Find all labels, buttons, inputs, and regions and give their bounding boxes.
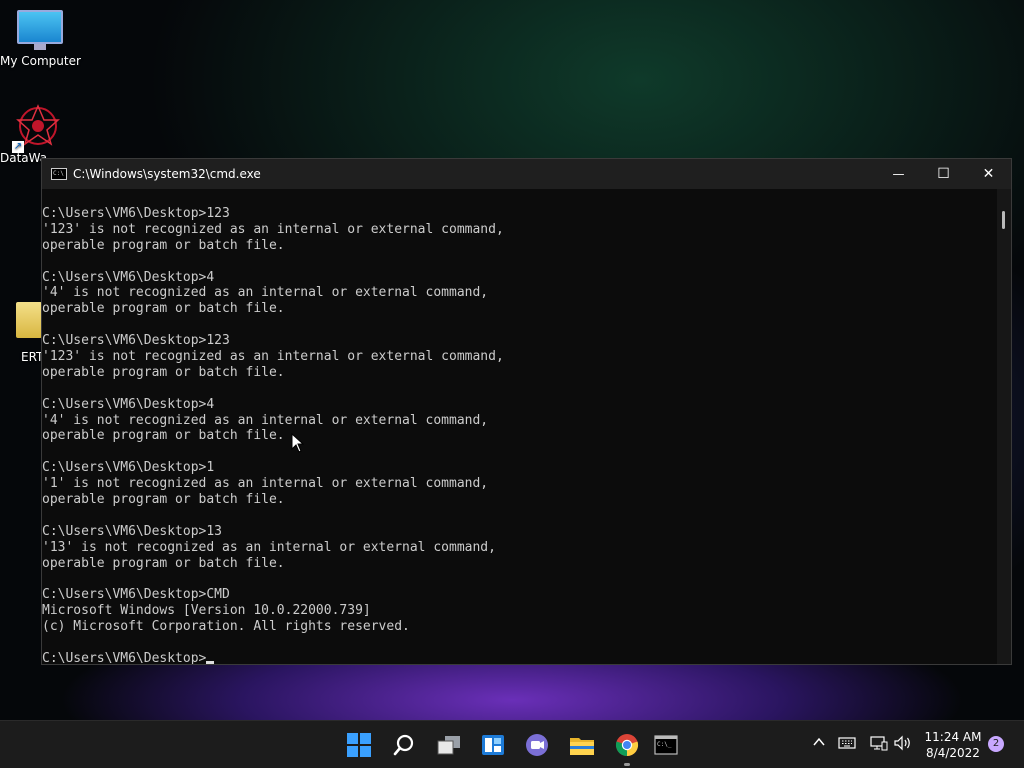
console-line: '4' is not recognized as an internal or … [42, 412, 489, 428]
console-line: operable program or batch file. [42, 492, 285, 508]
teams-chat-button[interactable] [522, 730, 552, 760]
console-line: '13' is not recognized as an internal or… [42, 539, 496, 555]
console-line: C:\Users\VM6\Desktop>123 [42, 333, 230, 349]
console-line: operable program or batch file. [42, 301, 285, 317]
network-icon [870, 736, 888, 751]
minimize-button[interactable]: — [876, 159, 921, 189]
console-prompt: C:\Users\VM6\Desktop> [42, 650, 207, 664]
console-line: '123' is not recognized as an internal o… [42, 349, 504, 365]
console-line: operable program or batch file. [42, 364, 285, 380]
close-icon: ✕ [982, 166, 995, 182]
console-lines: C:\Users\VM6\Desktop>123'123' is not rec… [42, 206, 997, 651]
console-line: operable program or batch file. [42, 237, 285, 253]
console-line: '1' is not recognized as an internal or … [42, 476, 489, 492]
file-explorer-icon [570, 738, 594, 755]
cmd-app-icon: C:\ [51, 168, 67, 180]
maximize-icon: ☐ [937, 166, 950, 182]
console-line: C:\Users\VM6\Desktop>1 [42, 460, 215, 476]
keyboard-tray-button[interactable] [838, 736, 856, 754]
desktop-icon-label: My Computer [0, 54, 81, 68]
volume-tray-button[interactable] [894, 735, 912, 755]
widgets-button[interactable] [478, 730, 508, 760]
teams-chat-icon [526, 734, 548, 756]
clock-date: 8/4/2022 [926, 746, 980, 760]
clock-time: 11:24 AM [924, 730, 982, 744]
console-output[interactable]: C:\Users\VM6\Desktop>123'123' is not rec… [42, 189, 997, 664]
start-icon [347, 733, 371, 757]
console-line: C:\Users\VM6\Desktop>4 [42, 396, 215, 412]
text-cursor [206, 660, 215, 664]
chrome-button[interactable] [612, 730, 642, 760]
console-line: C:\Users\VM6\Desktop>123 [42, 206, 230, 221]
console-line: operable program or batch file. [42, 428, 285, 444]
file-explorer-button[interactable] [567, 730, 597, 760]
console-line: '4' is not recognized as an internal or … [42, 285, 489, 301]
console-line: C:\Users\VM6\Desktop>13 [42, 523, 223, 539]
running-indicator [624, 763, 630, 766]
folder-icon [16, 302, 42, 338]
keyboard-icon [838, 737, 856, 749]
cmd-window[interactable]: C:\ C:\Windows\system32\cmd.exe — ☐ ✕ C:… [41, 158, 1012, 665]
chrome-icon [615, 734, 639, 757]
show-hidden-icons-button[interactable] [812, 735, 826, 753]
mouse-pointer-icon [291, 433, 305, 453]
task-view-icon [437, 736, 460, 755]
notification-badge[interactable]: 2 [988, 736, 1004, 752]
monitor-icon [17, 10, 63, 50]
title-bar[interactable]: C:\ C:\Windows\system32\cmd.exe — ☐ ✕ [42, 159, 1011, 189]
console-line: Microsoft Windows [Version 10.0.22000.73… [42, 603, 371, 619]
desktop-icon-datawa[interactable]: ↗ DataWa [0, 104, 78, 165]
search-button[interactable] [389, 730, 419, 760]
taskbar: C:\_ 11:24 AM 8/4/2022 2 [0, 720, 1024, 768]
network-tray-button[interactable] [870, 735, 888, 755]
desktop-icon-my-computer[interactable]: My Computer [0, 10, 81, 68]
clock[interactable]: 11:24 AM 8/4/2022 [920, 729, 986, 761]
console-line: (c) Microsoft Corporation. All rights re… [42, 619, 410, 635]
terminal-icon: C:\_ [654, 735, 678, 755]
shortcut-arrow-icon: ↗ [12, 141, 24, 153]
svg-text:C:\_: C:\_ [657, 741, 672, 748]
close-button[interactable]: ✕ [966, 159, 1011, 189]
widgets-icon [482, 735, 504, 755]
terminal-button[interactable]: C:\_ [651, 730, 681, 760]
maximize-button[interactable]: ☐ [921, 159, 966, 189]
console-line: operable program or batch file. [42, 555, 285, 571]
scrollbar-thumb[interactable] [1002, 211, 1005, 229]
task-view-button[interactable] [434, 730, 464, 760]
chevron-up-icon [813, 737, 825, 746]
vertical-scrollbar[interactable] [997, 189, 1011, 664]
speaker-icon [894, 735, 910, 751]
minimize-icon: — [892, 167, 905, 181]
console-line: C:\Users\VM6\Desktop>CMD [42, 587, 230, 603]
start-button[interactable] [344, 730, 374, 760]
search-icon [393, 734, 414, 756]
console-line: C:\Users\VM6\Desktop>4 [42, 269, 215, 285]
window-title: C:\Windows\system32\cmd.exe [73, 167, 261, 181]
console-line: '123' is not recognized as an internal o… [42, 221, 504, 237]
